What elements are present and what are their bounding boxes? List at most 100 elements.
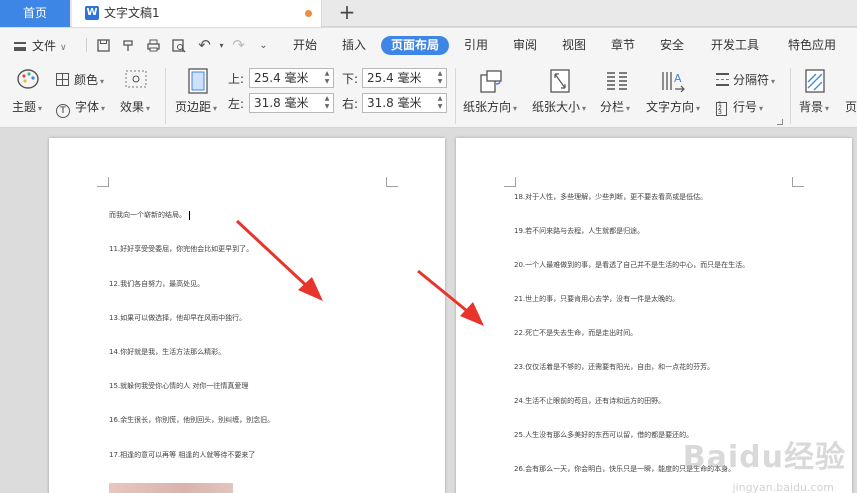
text-line[interactable]: 20.一个人最难做到的事，是看透了自己并不是生活的中心，而只是在生活。 (514, 260, 749, 270)
color-grid-icon (56, 73, 69, 86)
document-page-2[interactable]: 18.对于人性，多些理解，少些判断，更不要去看高或是低估。 19.若不问来路与去… (456, 138, 852, 493)
menu-item-review[interactable]: 审阅 (506, 28, 544, 62)
font-button[interactable]: T 字体 ▾ (56, 98, 105, 118)
line-numbers-button[interactable]: 1 2 3 行号 ▾ (716, 98, 763, 116)
font-label: 字体 (75, 100, 100, 114)
text-cursor (189, 210, 190, 220)
text-line[interactable]: 16.余生很长，你别慌，他别回头，别纠缠，别念旧。 (109, 415, 274, 425)
menu-item-start[interactable]: 开始 (286, 28, 324, 62)
breaks-icon (716, 73, 729, 86)
embedded-image[interactable] (109, 483, 233, 493)
text-line[interactable]: 19.若不问来路与去程，人生就都是归途。 (514, 226, 644, 236)
bottom-margin-label: 下: (342, 72, 359, 86)
menu-item-developer[interactable]: 开发工具 (703, 28, 767, 62)
orientation-label: 纸张方向 (463, 100, 512, 114)
menu-item-references[interactable]: 引用 (457, 28, 495, 62)
text-line[interactable]: 25.人生没有那么多美好的东西可以留，借的都是要还的。 (514, 430, 693, 440)
menu-item-section[interactable]: 章节 (604, 28, 642, 62)
writer-doc-icon: W (85, 6, 99, 20)
left-margin-input[interactable]: 31.8 毫米 ▲ ▼ (249, 93, 334, 113)
bottom-margin-input[interactable]: 25.4 毫米 ▲ ▼ (362, 68, 447, 88)
right-margin-value: 31.8 毫米 (367, 96, 422, 110)
dialog-launcher-icon[interactable] (777, 119, 783, 125)
breaks-button[interactable]: 分隔符 ▾ (716, 71, 775, 88)
menu-item-view[interactable]: 视图 (555, 28, 593, 62)
paper-size-button[interactable]: 纸张大小 ▾ (532, 98, 586, 115)
text-direction-button[interactable]: 文字方向 ▾ (646, 98, 700, 115)
text-line[interactable]: 15.就躲何我受你心情的人 对你一往情真爱理 (109, 381, 248, 391)
text-line[interactable]: 11.好好享受受委屈，你完他会比如更早到了。 (109, 244, 253, 254)
spinner-arrows-icon[interactable]: ▲ ▼ (323, 70, 331, 86)
text-line[interactable]: 而我向一个崭新的结局。 (109, 210, 190, 220)
text-line[interactable]: 13.如果可以做选择，他却早在风雨中独行。 (109, 313, 246, 323)
text-line[interactable]: 18.对于人性，多些理解，少些判断，更不要去看高或是低估。 (514, 192, 707, 202)
top-margin-input[interactable]: 25.4 毫米 ▲ ▼ (249, 68, 334, 88)
tab-document[interactable]: W 文字文稿1 (72, 0, 322, 27)
file-menu-button[interactable]: 文件 ∨ (14, 37, 67, 54)
background-button[interactable]: 背景 ▾ (799, 98, 829, 115)
text-line[interactable]: 22.死亡不是失去生命，而是走出时间。 (514, 328, 637, 338)
margins-icon[interactable] (187, 67, 209, 99)
print-preview-icon[interactable] (171, 38, 186, 53)
spinner-arrows-icon[interactable]: ▲ ▼ (323, 95, 331, 111)
margins-label: 页边距 (175, 100, 212, 114)
menu-item-security[interactable]: 安全 (653, 28, 691, 62)
right-margin-input[interactable]: 31.8 毫米 ▲ ▼ (362, 93, 447, 113)
text-line[interactable]: 17.相逢的意可以再等 相逢的人就等待不要来了 (109, 450, 255, 460)
spinner-arrows-icon[interactable]: ▲ ▼ (436, 70, 444, 86)
effects-label: 效果 (120, 100, 145, 114)
theme-icon[interactable] (16, 68, 40, 94)
ribbon-divider (790, 68, 791, 124)
effects-icon[interactable] (124, 69, 148, 93)
redo-icon[interactable]: ↷ (231, 38, 246, 53)
crop-mark (504, 177, 516, 187)
text-direction-label: 文字方向 (646, 100, 695, 114)
text-line[interactable]: 24.生活不止眼前的苟且，还有诗和远方的田野。 (514, 396, 665, 406)
theme-label: 主题 (12, 100, 37, 114)
background-icon[interactable] (804, 68, 826, 98)
menu-bar: 文件 ∨ ↶ ▾ ↷ ⌄ 开始 插入 页面布局 引用 审阅 视图 章节 安全 开发… (0, 28, 857, 62)
text-line[interactable]: 23.仅仅活着是不够的，还需要有阳光，自由，和一点花的芬芳。 (514, 362, 714, 372)
crop-mark (97, 177, 109, 187)
undo-dropdown-icon[interactable]: ▾ (214, 38, 229, 53)
text-line[interactable]: 14.你好就是我，生活方法那么精彩。 (109, 347, 225, 357)
text-direction-icon[interactable]: A (660, 68, 686, 98)
svg-text:A: A (674, 72, 682, 85)
print-icon[interactable] (146, 38, 161, 53)
file-menu-label: 文件 (32, 39, 57, 53)
new-tab-button[interactable]: + (333, 0, 361, 27)
columns-button[interactable]: 分栏 ▾ (600, 98, 630, 115)
save-icon[interactable] (96, 38, 111, 53)
document-title: 文字文稿1 (104, 6, 160, 20)
color-button[interactable]: 颜色 ▾ (56, 71, 104, 88)
line-numbers-icon: 123 (716, 102, 727, 116)
effects-button[interactable]: 效果 ▾ (120, 98, 150, 115)
menu-item-features[interactable]: 特色应用 (780, 28, 844, 62)
text-line[interactable]: 21.世上的事，只要肯用心去学，没有一件是太晚的。 (514, 294, 679, 304)
document-page-1[interactable]: 而我向一个崭新的结局。 11.好好享受受委屈，你完他会比如更早到了。 12.我们… (49, 138, 445, 493)
title-tab-bar: 首页 W 文字文稿1 + (0, 0, 857, 27)
format-painter-icon[interactable] (121, 38, 136, 53)
orientation-button[interactable]: 纸张方向 ▾ (463, 98, 517, 115)
document-workspace[interactable]: 而我向一个崭新的结局。 11.好好享受受委屈，你完他会比如更早到了。 12.我们… (0, 129, 857, 493)
theme-button[interactable]: 主题 ▾ (12, 98, 42, 115)
watermark-url: jingyan.baidu.com (732, 481, 834, 493)
watermark-logo: Baidu经验 (682, 440, 846, 475)
spinner-arrows-icon[interactable]: ▲ ▼ (436, 95, 444, 111)
columns-icon[interactable] (605, 70, 629, 96)
page-border-button[interactable]: 页 (845, 98, 857, 115)
margins-button[interactable]: 页边距 ▾ (175, 98, 217, 115)
text-line[interactable]: 12.我们各自努力，最高处见。 (109, 279, 204, 289)
font-icon: T (56, 104, 70, 118)
menu-item-page-layout[interactable]: 页面布局 (381, 36, 449, 55)
menu-item-insert[interactable]: 插入 (335, 28, 373, 62)
paper-size-icon[interactable] (548, 68, 572, 98)
orientation-icon[interactable] (478, 68, 504, 98)
left-margin-value: 31.8 毫米 (254, 96, 309, 110)
tab-home[interactable]: 首页 (0, 0, 70, 27)
undo-icon[interactable]: ↶ (197, 38, 212, 53)
right-margin-label: 右: (342, 97, 359, 111)
color-label: 颜色 (74, 73, 99, 87)
customize-toolbar-icon[interactable]: ⌄ (256, 38, 271, 53)
page-layout-ribbon: 主题 ▾ 颜色 ▾ T 字体 ▾ 效果 ▾ 页边距 ▾ 上: 25.4 毫米 ▲ ▼ 左: 31… (0, 62, 857, 128)
